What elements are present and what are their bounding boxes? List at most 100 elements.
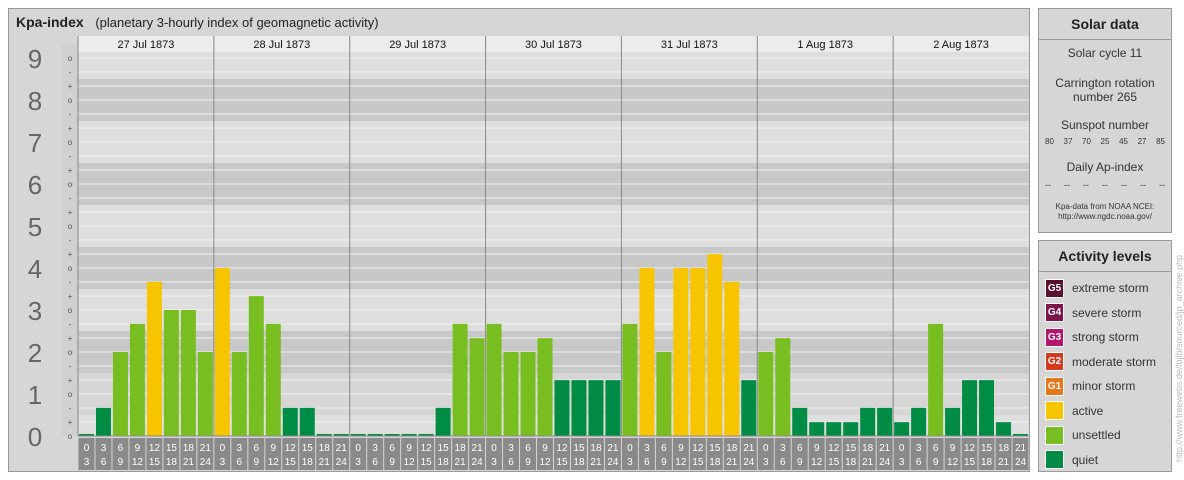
kp-bar bbox=[928, 323, 944, 436]
hour-end-label: 24 bbox=[472, 457, 484, 468]
data-credit-url: http://www.ngdc.noaa.gov/ bbox=[1058, 212, 1152, 221]
sub-tick-label: o bbox=[68, 390, 73, 399]
kp-bar bbox=[962, 380, 978, 436]
hour-start-label: 0 bbox=[763, 443, 769, 454]
hour-end-label: 9 bbox=[389, 457, 395, 468]
hour-end-label: 18 bbox=[709, 457, 721, 468]
sub-tick-label: - bbox=[69, 236, 72, 245]
hour-start-label: 6 bbox=[525, 443, 531, 454]
hour-end-label: 24 bbox=[607, 457, 619, 468]
daily-ap-label: Daily Ap-index bbox=[1066, 160, 1144, 174]
hour-start-label: 21 bbox=[200, 443, 212, 454]
kp-bar bbox=[860, 407, 876, 436]
legend-label: extreme storm bbox=[1072, 281, 1149, 296]
hour-end-label: 15 bbox=[692, 457, 704, 468]
hour-start-label: 0 bbox=[355, 443, 361, 454]
hour-start-label: 12 bbox=[285, 443, 297, 454]
hour-start-label: 9 bbox=[814, 443, 820, 454]
sunspot-value: 27 bbox=[1137, 137, 1147, 146]
hour-start-label: 0 bbox=[627, 443, 633, 454]
hour-start-label: 15 bbox=[302, 443, 314, 454]
hour-start-label: 3 bbox=[780, 443, 786, 454]
solar-data-heading: Solar data bbox=[1039, 9, 1171, 40]
hour-end-label: 18 bbox=[981, 457, 993, 468]
kp-bar bbox=[843, 422, 859, 436]
kp-bar bbox=[214, 268, 230, 436]
y-tick-label: 4 bbox=[28, 254, 42, 284]
hour-end-label: 24 bbox=[200, 457, 212, 468]
hour-start-label: 0 bbox=[899, 443, 905, 454]
hour-end-label: 18 bbox=[438, 457, 450, 468]
hour-end-label: 24 bbox=[336, 457, 348, 468]
kp-bar bbox=[486, 323, 502, 436]
kp-bar bbox=[690, 268, 706, 436]
hour-start-label: 21 bbox=[472, 443, 484, 454]
kp-bar bbox=[639, 268, 655, 436]
chart-title-main: Kpa-index bbox=[16, 14, 84, 30]
hour-start-label: 9 bbox=[542, 443, 548, 454]
data-credit-line1: Kpa-data from NOAA NCEI: bbox=[1055, 202, 1155, 211]
sub-tick-label: - bbox=[69, 362, 72, 371]
legend-item-severe-storm: G4 severe storm bbox=[1039, 301, 1171, 326]
hour-end-label: 21 bbox=[862, 457, 874, 468]
kp-bar bbox=[588, 380, 604, 436]
hour-end-label: 15 bbox=[964, 457, 976, 468]
sub-tick-label: + bbox=[68, 124, 73, 133]
activity-levels-panel: Activity levels G5 extreme storm G4 seve… bbox=[1038, 240, 1172, 472]
y-tick-label: 2 bbox=[28, 338, 42, 368]
hour-start-label: 12 bbox=[828, 443, 840, 454]
kp-bar bbox=[520, 352, 536, 436]
kp-bar bbox=[282, 407, 298, 436]
hour-end-label: 12 bbox=[404, 457, 416, 468]
daily-ap-values: -- -- -- -- -- -- -- bbox=[1039, 180, 1171, 190]
y-tick-label: 7 bbox=[28, 128, 42, 158]
hour-start-label: 9 bbox=[271, 443, 277, 454]
day-date-label: 31 Jul 1873 bbox=[661, 39, 718, 51]
legend-swatch: G3 bbox=[1045, 327, 1064, 347]
solar-cycle: Solar cycle 11 bbox=[1067, 46, 1143, 60]
legend-label: unsettled bbox=[1072, 428, 1121, 443]
hour-end-label: 3 bbox=[355, 457, 361, 468]
carrington-rotation-line2: number 265 bbox=[1072, 90, 1138, 104]
sunspot-value: 45 bbox=[1119, 137, 1128, 146]
legend-item-minor-storm: G1 minor storm bbox=[1039, 374, 1171, 399]
hour-start-label: 6 bbox=[389, 443, 395, 454]
legend-item-active: active bbox=[1039, 399, 1171, 424]
sub-tick-label: - bbox=[69, 320, 72, 329]
hour-start-label: 18 bbox=[590, 443, 602, 454]
hour-start-label: 3 bbox=[644, 443, 650, 454]
sub-tick-label: - bbox=[69, 68, 72, 77]
hour-start-label: 15 bbox=[166, 443, 178, 454]
y-tick-label: 9 bbox=[28, 44, 42, 74]
hour-start-label: 18 bbox=[862, 443, 874, 454]
hour-start-label: 9 bbox=[950, 443, 956, 454]
hour-start-label: 3 bbox=[372, 443, 378, 454]
hour-end-label: 15 bbox=[828, 457, 840, 468]
hour-end-label: 9 bbox=[525, 457, 531, 468]
hour-end-label: 12 bbox=[268, 457, 280, 468]
kp-bar bbox=[911, 407, 927, 436]
hour-start-label: 21 bbox=[743, 443, 755, 454]
hour-end-label: 9 bbox=[661, 457, 667, 468]
hour-start-label: 18 bbox=[455, 443, 467, 454]
y-tick-label: 5 bbox=[28, 212, 42, 242]
hour-end-label: 21 bbox=[590, 457, 602, 468]
hour-end-label: 6 bbox=[780, 457, 786, 468]
hour-end-label: 15 bbox=[556, 457, 568, 468]
hour-end-label: 24 bbox=[879, 457, 891, 468]
hour-end-label: 6 bbox=[916, 457, 922, 468]
legend-label: strong storm bbox=[1072, 330, 1139, 345]
legend-label: quiet bbox=[1072, 452, 1099, 467]
sub-tick-label: + bbox=[68, 376, 73, 385]
kp-bar bbox=[656, 352, 672, 436]
kp-bar bbox=[809, 422, 825, 436]
ap-value: -- bbox=[1083, 180, 1089, 190]
kp-bar bbox=[894, 422, 910, 436]
hour-start-label: 15 bbox=[845, 443, 857, 454]
day-date-label: 30 Jul 1873 bbox=[525, 39, 582, 51]
hour-end-label: 3 bbox=[491, 457, 497, 468]
kp-bar bbox=[231, 352, 247, 436]
hour-start-label: 3 bbox=[101, 443, 107, 454]
ap-value: -- bbox=[1159, 180, 1165, 190]
kp-bar bbox=[996, 422, 1012, 436]
